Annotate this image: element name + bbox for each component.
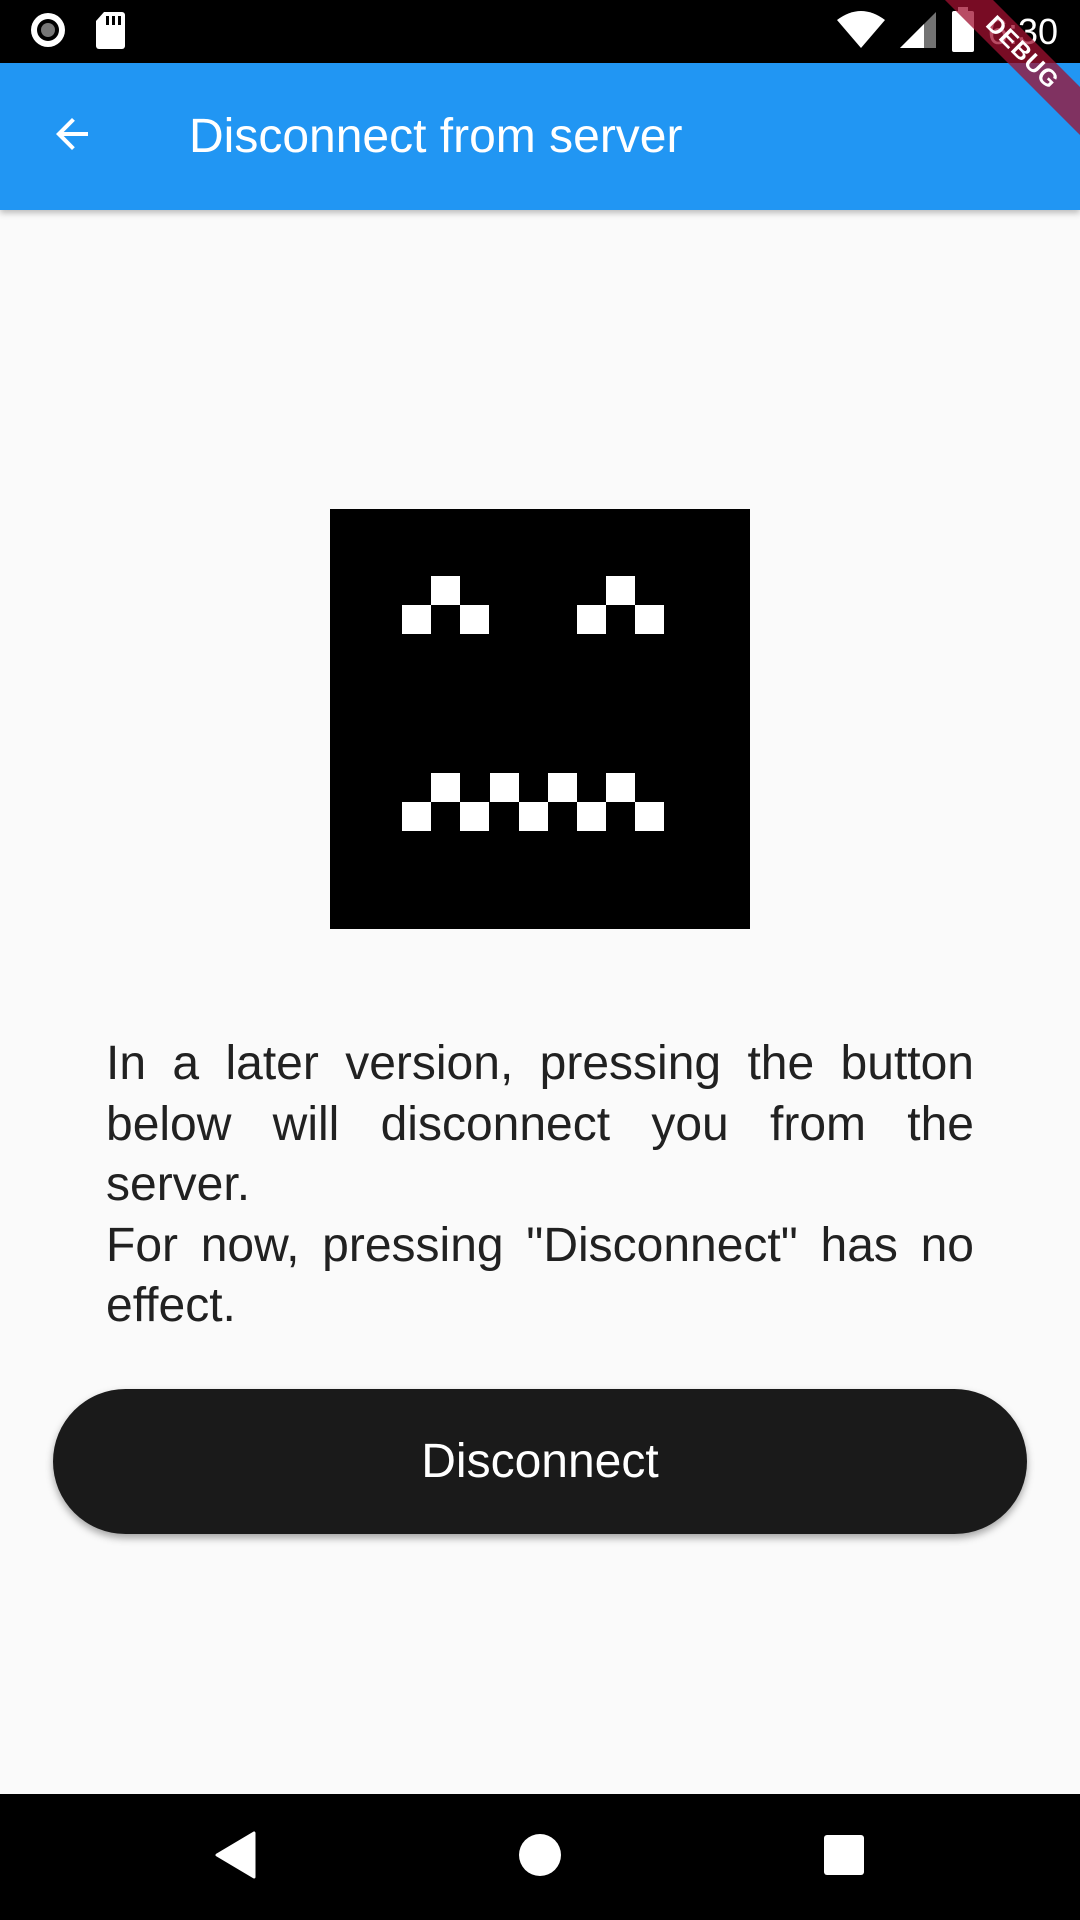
wifi-icon [836, 10, 886, 55]
app-screen: 6:30 DEBUG Disconnect from server In a l… [0, 0, 1080, 1920]
nav-recents-button[interactable] [804, 1817, 884, 1897]
info-message: In a later version, pressing the button … [106, 1034, 974, 1337]
status-bar: 6:30 [0, 0, 1080, 63]
nav-recents-icon [823, 1834, 865, 1881]
arrow-back-icon [48, 110, 96, 163]
nav-back-button[interactable] [196, 1817, 276, 1897]
nav-home-button[interactable] [500, 1817, 580, 1897]
cellular-signal-icon [898, 10, 938, 55]
message-line-1: In a later version, pressing the button … [106, 1037, 974, 1211]
nav-back-icon [214, 1831, 258, 1884]
page-title: Disconnect from server [189, 110, 683, 163]
nav-home-icon [518, 1833, 562, 1882]
battery-icon [950, 6, 976, 58]
pixel-face-icon [330, 509, 750, 929]
message-line-2: For now, pressing "Disconnect" has no ef… [106, 1218, 974, 1333]
sd-card-icon [94, 10, 126, 55]
status-time: 6:30 [987, 11, 1058, 52]
status-bar-left [28, 11, 126, 53]
record-icon [28, 10, 68, 55]
app-bar: Disconnect from server [0, 63, 1080, 210]
navigation-bar [0, 1794, 1080, 1920]
status-bar-right: 6:30 [836, 6, 1058, 58]
back-button[interactable] [24, 88, 120, 184]
disconnect-button[interactable]: Disconnect [53, 1389, 1027, 1534]
